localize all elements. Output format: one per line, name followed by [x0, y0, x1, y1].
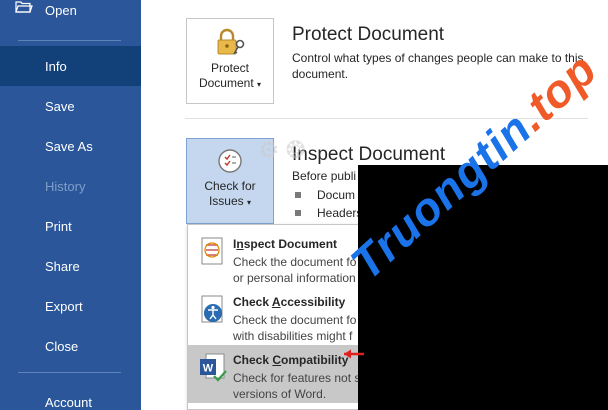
title-accel: A: [271, 295, 281, 309]
sidebar-item-label: Info: [45, 58, 67, 74]
sidebar-item-label: Account: [45, 394, 92, 410]
accessibility-icon: [201, 295, 223, 323]
inspect-bullet-text: Docum: [317, 188, 356, 202]
menu-item-desc: Check for features not s versions of Word…: [233, 370, 360, 402]
sidebar-divider: [18, 372, 121, 373]
sidebar-item-label: Save As: [45, 138, 93, 154]
menu-item-desc: Check the document fo or personal informa…: [233, 254, 356, 286]
sidebar-item-label: Save: [45, 98, 75, 114]
desc-line: Check the document fo: [233, 255, 357, 269]
inspect-document-desc: Before publi: [292, 169, 357, 183]
menu-item-title: Check Compatibility: [233, 353, 348, 367]
inspect-document-icon: [201, 237, 223, 265]
svg-text:W: W: [203, 363, 214, 375]
sidebar-item-open[interactable]: Open: [0, 0, 141, 30]
title-accel: n: [236, 237, 244, 251]
bullet-icon: [295, 210, 301, 216]
sidebar-item-label: Print: [45, 218, 72, 234]
inspect-bullet: Docum: [292, 188, 355, 202]
sidebar-item-label: Share: [45, 258, 80, 274]
menu-item-desc: Check the document fo with disabilities m…: [233, 312, 356, 344]
sidebar-item-info[interactable]: Info: [0, 46, 141, 86]
sidebar-item-print[interactable]: Print: [0, 206, 141, 246]
dropdown-caret-icon: ▾: [257, 80, 262, 89]
title-accel: C: [272, 353, 282, 367]
desc-line: Check the document fo: [233, 313, 357, 327]
sidebar-item-account[interactable]: Account: [0, 382, 141, 410]
title-part: ompatibility: [281, 353, 349, 367]
menu-item-check-accessibility[interactable]: Check Accessibility Check the document f…: [188, 287, 386, 345]
title-part: Check: [233, 295, 272, 309]
issues-button-label-1: Check for: [204, 179, 256, 193]
sidebar-item-close[interactable]: Close: [0, 326, 141, 366]
protect-desc-line: Control what types of changes people can…: [292, 51, 584, 65]
desc-line: Check for features not s: [233, 371, 361, 385]
menu-item-title: Inspect Document: [233, 237, 337, 251]
sidebar-item-label: Close: [45, 338, 79, 354]
backstage-sidebar: Open Info Save Save As History Print Sha…: [0, 0, 141, 410]
sidebar-item-label: Open: [45, 2, 77, 18]
menu-item-title: Check Accessibility: [233, 295, 345, 309]
title-part: spect Document: [243, 237, 338, 251]
sidebar-item-history: History: [0, 166, 141, 206]
inspect-document-title: Inspect Document: [292, 144, 446, 165]
issues-button-label-2: Issues: [208, 194, 244, 208]
desc-line: or personal information: [233, 271, 356, 285]
sidebar-item-label: Export: [45, 298, 83, 314]
dropdown-caret-icon: ▾: [247, 198, 252, 207]
lock-key-icon: [217, 28, 245, 55]
desc-line: with disabilities might f: [233, 329, 353, 343]
checklist-magnifier-icon: [218, 149, 242, 173]
bullet-icon: [295, 192, 301, 198]
word-compatibility-icon: W: [200, 353, 227, 382]
title-part: ccessibility: [280, 295, 346, 309]
protect-document-button[interactable]: Protect Document ▾: [186, 18, 274, 104]
sidebar-item-share[interactable]: Share: [0, 246, 141, 286]
faint-watermark-logo: ⚙ ❂: [258, 138, 306, 164]
issues-button-label-2-row: Issues ▾: [187, 194, 273, 210]
protect-button-label-2-row: Document ▾: [187, 76, 273, 92]
inspect-bullet-text: Headers: [317, 206, 363, 220]
inspect-bullet: Headers: [292, 206, 362, 220]
protect-button-label-2: Document: [198, 76, 254, 90]
sidebar-item-label: History: [45, 178, 86, 194]
red-arrow-icon: [344, 349, 364, 359]
sidebar-item-save-as[interactable]: Save As: [0, 126, 141, 166]
protect-button-label-1: Protect: [210, 61, 249, 75]
sidebar-item-export[interactable]: Export: [0, 286, 141, 326]
protect-document-title: Protect Document: [292, 24, 445, 45]
sidebar-item-save[interactable]: Save: [0, 86, 141, 126]
desc-line: versions of Word.: [233, 387, 327, 401]
title-part: Check: [233, 353, 273, 367]
sidebar-divider: [18, 40, 121, 41]
